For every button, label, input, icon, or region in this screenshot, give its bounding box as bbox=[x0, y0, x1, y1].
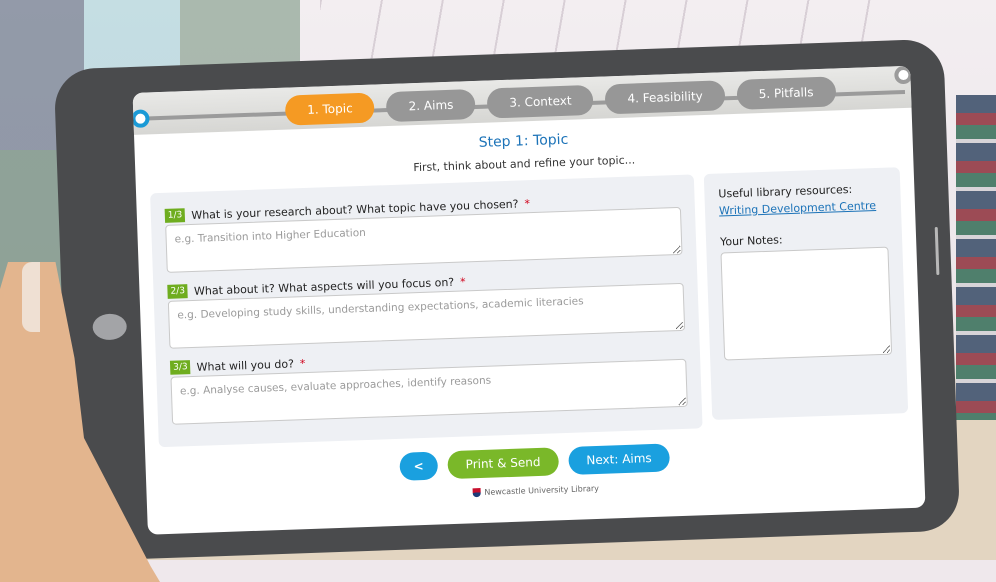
resources-label: Useful library resources: bbox=[718, 182, 853, 201]
tablet-camera bbox=[92, 313, 128, 341]
required-marker: * bbox=[299, 356, 306, 370]
question-number-badge: 2/3 bbox=[167, 284, 189, 299]
print-send-button[interactable]: Print & Send bbox=[447, 447, 559, 480]
page-content: Step 1: Topic First, think about and ref… bbox=[134, 120, 924, 509]
step-tab-pitfalls[interactable]: 5. Pitfalls bbox=[736, 76, 836, 110]
progress-start-dot bbox=[132, 109, 150, 128]
question-number-badge: 3/3 bbox=[169, 360, 191, 375]
step-tab-context[interactable]: 3. Context bbox=[486, 84, 595, 119]
required-marker: * bbox=[459, 274, 466, 289]
questions-panel: 1/3 What is your research about? What to… bbox=[150, 174, 703, 448]
progress-end-dot bbox=[894, 65, 913, 85]
resources-panel: Useful library resources: Writing Develo… bbox=[703, 167, 909, 420]
step-tab-feasibility[interactable]: 4. Feasibility bbox=[605, 80, 726, 115]
question-label: What will you do? bbox=[196, 356, 295, 374]
tablet-home-indicator bbox=[934, 226, 940, 275]
step-tab-aims[interactable]: 2. Aims bbox=[386, 88, 476, 123]
notes-textarea[interactable] bbox=[720, 246, 893, 361]
step-tabs: 1. Topic 2. Aims 3. Context 4. Feasibili… bbox=[284, 76, 836, 126]
bookshelf-right bbox=[956, 95, 996, 425]
tablet-screen: 1. Topic 2. Aims 3. Context 4. Feasibili… bbox=[132, 65, 926, 535]
question-1: 1/3 What is your research about? What to… bbox=[164, 191, 683, 277]
question-3: 3/3 What will you do? * bbox=[169, 343, 688, 429]
next-aims-button[interactable]: Next: Aims bbox=[567, 443, 671, 475]
step-tab-topic[interactable]: 1. Topic bbox=[284, 92, 376, 126]
university-shield-icon bbox=[472, 488, 481, 498]
footer-text: Newcastle University Library bbox=[484, 483, 600, 497]
required-marker: * bbox=[524, 196, 531, 210]
notes-label: Your Notes: bbox=[719, 233, 783, 249]
question-number-badge: 1/3 bbox=[164, 208, 186, 223]
tablet-device: 1. Topic 2. Aims 3. Context 4. Feasibili… bbox=[53, 38, 961, 562]
thumbnail-illustration bbox=[22, 262, 40, 332]
writing-development-centre-link[interactable]: Writing Development Centre bbox=[719, 199, 887, 217]
back-button[interactable]: < bbox=[399, 451, 439, 481]
question-2: 2/3 What about it? What aspects will you… bbox=[167, 267, 686, 353]
